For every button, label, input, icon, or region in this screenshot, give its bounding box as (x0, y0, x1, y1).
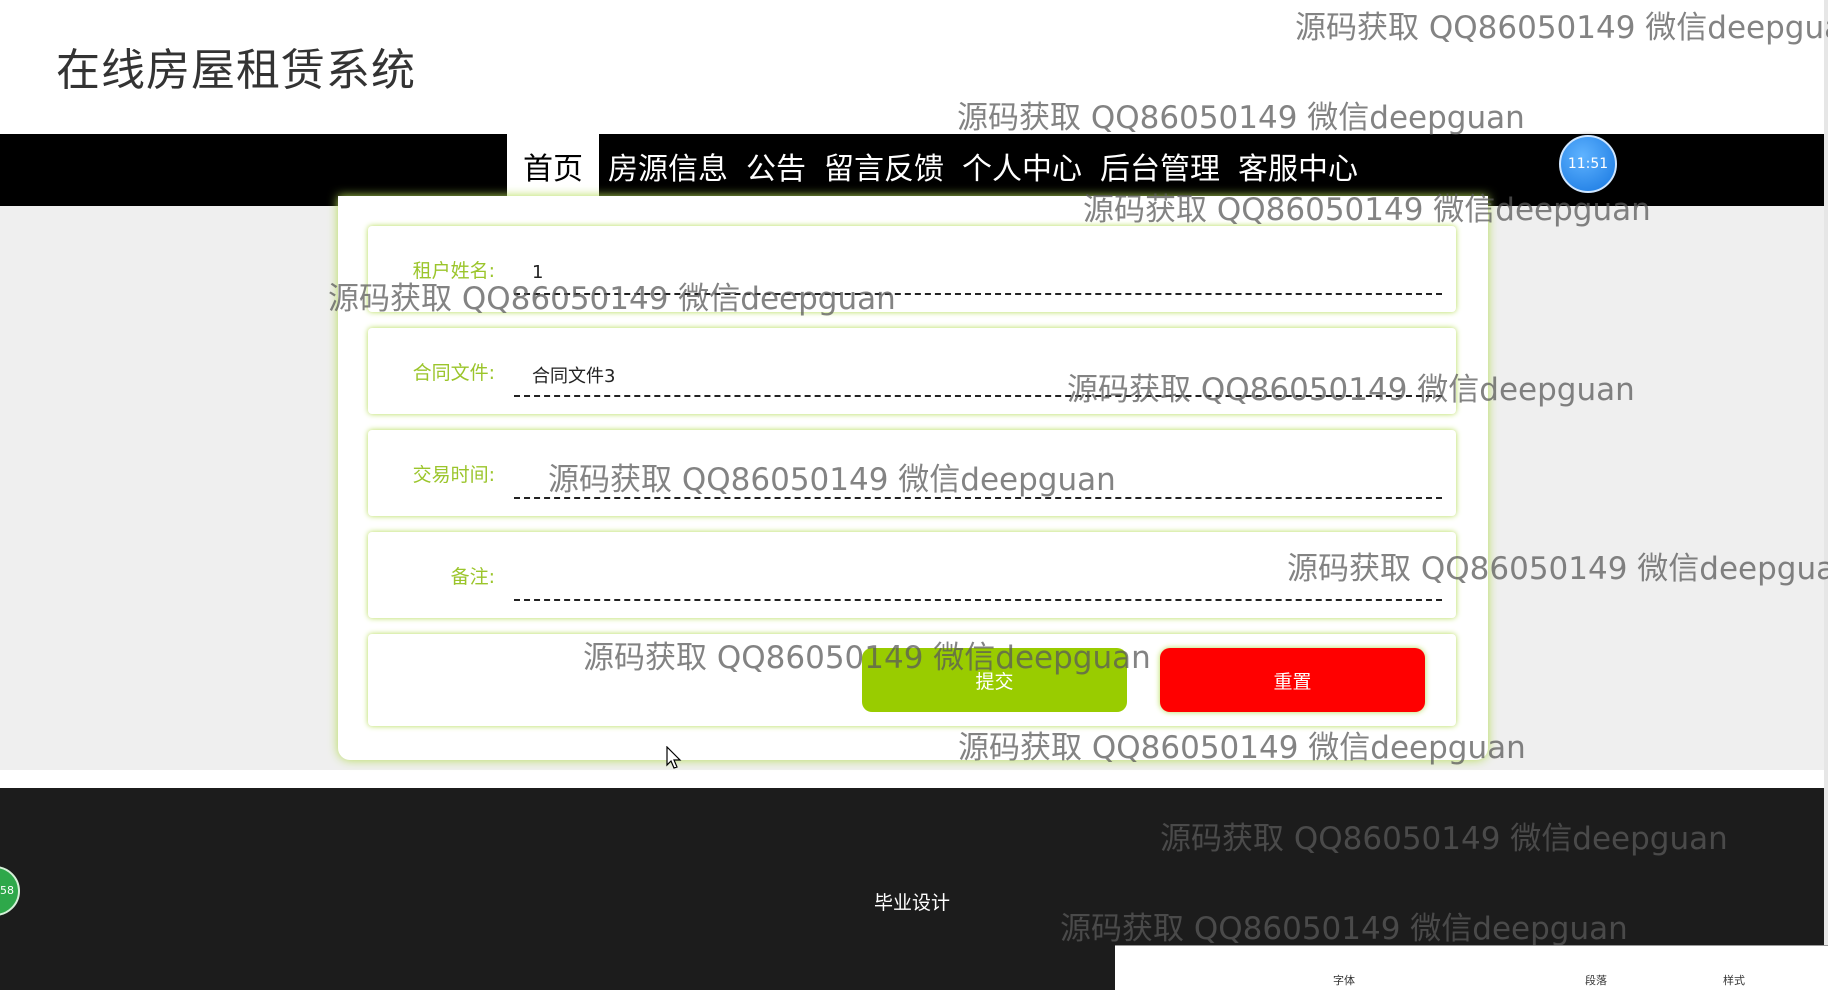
taskbar-label: 字体 (1333, 974, 1355, 987)
form-row-tenant-name: 租户姓名: (368, 226, 1456, 312)
field-label: 合同文件: (412, 362, 495, 384)
page: 在线房屋租赁系统 首页 房源信息 公告 留言反馈 个人中心 后台管理 客服中心 … (0, 0, 1828, 990)
reset-button[interactable]: 重置 (1160, 648, 1425, 712)
scrollbar[interactable] (1824, 0, 1828, 990)
remarks-input[interactable] (514, 546, 1442, 601)
transaction-time-input[interactable] (514, 444, 1442, 499)
form-row-remarks: 备注: (368, 532, 1456, 618)
field-label: 备注: (450, 566, 495, 588)
submit-button[interactable]: 提交 (862, 648, 1127, 712)
form-row-transaction-time: 交易时间: (368, 430, 1456, 516)
tenant-name-input[interactable] (514, 240, 1442, 295)
mouse-cursor-icon (666, 746, 682, 769)
field-label: 租户姓名: (412, 260, 495, 282)
taskbar-label: 段落 (1585, 974, 1607, 987)
contract-file-input[interactable] (514, 342, 1442, 397)
taskbar-fragment: 字体 段落 样式 (1115, 945, 1828, 990)
clock-badge: 11:51 (1559, 135, 1617, 193)
taskbar-label: 样式 (1723, 974, 1745, 987)
footer-text: 毕业设计 (873, 892, 950, 914)
field-label: 交易时间: (412, 464, 495, 486)
form-row-contract-file: 合同文件: (368, 328, 1456, 414)
site-title: 在线房屋租赁系统 (56, 45, 416, 96)
header: 在线房屋租赁系统 (0, 0, 1824, 134)
